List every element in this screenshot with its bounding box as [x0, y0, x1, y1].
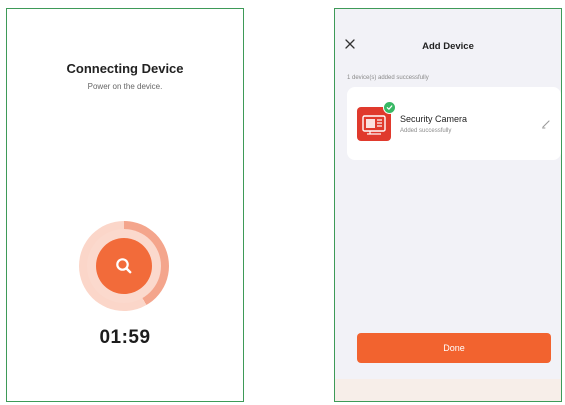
connecting-device-screen: Connecting Device Power on the device. 0…: [6, 8, 244, 402]
scanning-indicator: [79, 221, 169, 311]
header-title: Add Device: [422, 41, 474, 52]
page-title: Connecting Device: [66, 61, 184, 76]
bottom-safe-area: [335, 379, 561, 401]
device-card[interactable]: Security Camera Added successfully: [347, 87, 561, 160]
added-summary: 1 device(s) added successfully: [347, 75, 429, 81]
done-button[interactable]: Done: [357, 333, 551, 363]
device-status: Added successfully: [400, 128, 452, 134]
countdown-timer: 01:59: [99, 327, 151, 348]
check-icon: [386, 105, 393, 110]
device-thumbnail: [357, 101, 396, 141]
search-icon: [116, 258, 132, 274]
success-badge: [383, 101, 396, 114]
header-bar: Add Device: [335, 33, 561, 53]
add-device-screen: Add Device 1 device(s) added successfull…: [334, 8, 562, 402]
search-circle: [96, 238, 152, 294]
pencil-icon[interactable]: [541, 119, 551, 129]
device-name: Security Camera: [400, 114, 468, 124]
page-subtitle: Power on the device.: [87, 82, 163, 91]
